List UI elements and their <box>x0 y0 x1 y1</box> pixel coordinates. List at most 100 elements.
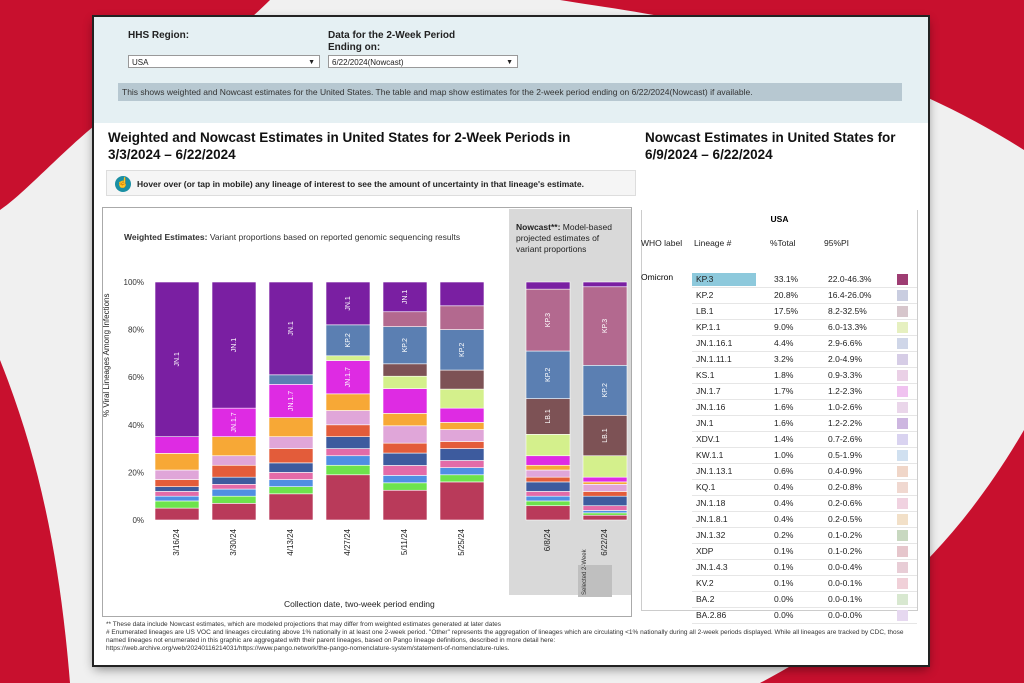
bar-segment[interactable] <box>268 462 314 473</box>
bar-segment[interactable] <box>325 393 371 411</box>
bar-segment[interactable] <box>211 464 257 478</box>
bar-segment[interactable] <box>382 475 428 484</box>
bar-segment[interactable] <box>582 483 628 492</box>
bar-segment[interactable] <box>439 369 485 390</box>
bar-segment[interactable] <box>154 507 200 521</box>
bar-segment[interactable] <box>525 434 571 457</box>
bar-segment[interactable] <box>154 453 200 471</box>
table-row[interactable]: BA.2 0.0% 0.0-0.1% <box>692 592 917 608</box>
bar-segment[interactable] <box>525 455 571 466</box>
table-row[interactable]: JN.1.32 0.2% 0.1-0.2% <box>692 528 917 544</box>
bar-segment[interactable] <box>439 448 485 461</box>
bar-segment[interactable] <box>382 442 428 454</box>
bar-segment[interactable] <box>268 448 314 464</box>
bar-segment[interactable] <box>268 374 314 385</box>
bar-segment[interactable] <box>325 448 371 457</box>
table-row[interactable]: JN.1.18 0.4% 0.2-0.6% <box>692 496 917 512</box>
bar-segment[interactable] <box>439 460 485 468</box>
bar-segment[interactable] <box>382 425 428 444</box>
bar-segment[interactable] <box>439 407 485 423</box>
bar-segment[interactable] <box>582 481 628 485</box>
table-row[interactable]: KV.2 0.1% 0.0-0.1% <box>692 576 917 592</box>
bar-segment[interactable] <box>525 491 571 497</box>
bar-segment[interactable] <box>211 483 257 490</box>
bar-segment[interactable] <box>211 488 257 497</box>
bar-segment[interactable] <box>582 491 628 497</box>
bar-segment[interactable] <box>268 436 314 449</box>
bar-segment[interactable] <box>382 388 428 414</box>
bar-segment[interactable] <box>268 486 314 495</box>
bar-segment[interactable] <box>582 512 628 516</box>
bar-segment[interactable] <box>525 281 571 290</box>
bar-segment[interactable] <box>268 493 314 521</box>
table-row[interactable]: KS.1 1.8% 0.9-3.3% <box>692 368 917 384</box>
bar-segment[interactable] <box>525 481 571 492</box>
table-row[interactable]: KQ.1 0.4% 0.2-0.8% <box>692 480 917 496</box>
bar-segment[interactable] <box>439 422 485 430</box>
bar-segment[interactable] <box>325 474 371 521</box>
bar-segment[interactable] <box>154 486 200 492</box>
bar-segment[interactable] <box>325 464 371 476</box>
bar-segment[interactable] <box>325 455 371 466</box>
bar-segment[interactable] <box>582 510 628 514</box>
table-row[interactable]: JN.1.4.3 0.1% 0.0-0.4% <box>692 560 917 576</box>
table-row[interactable]: LB.1 17.5% 8.2-32.5% <box>692 304 917 320</box>
bar-segment[interactable] <box>582 455 628 478</box>
bar-segment[interactable] <box>582 495 628 507</box>
bar-segment[interactable] <box>439 388 485 409</box>
bar-segment[interactable] <box>154 491 200 497</box>
bar-segment[interactable] <box>582 505 628 511</box>
bar-segment[interactable] <box>154 479 200 487</box>
bar-segment[interactable] <box>525 495 571 502</box>
table-row[interactable]: JN.1.8.1 0.4% 0.2-0.5% <box>692 512 917 528</box>
bar-segment[interactable] <box>211 503 257 521</box>
bar-segment[interactable] <box>211 455 257 466</box>
table-row[interactable]: KP.2 20.8% 16.4-26.0% <box>692 288 917 304</box>
bar-segment[interactable] <box>211 436 257 457</box>
bar-segment[interactable] <box>382 452 428 466</box>
table-row[interactable]: KP.3 33.1% 22.0-46.3% <box>692 272 917 288</box>
bar-segment[interactable] <box>211 476 257 485</box>
bar-segment[interactable] <box>382 482 428 491</box>
bar-segment[interactable] <box>439 429 485 442</box>
table-row[interactable]: XDV.1 1.4% 0.7-2.6% <box>692 432 917 448</box>
bar-segment[interactable] <box>382 489 428 521</box>
bar-segment[interactable] <box>268 472 314 480</box>
bar-segment[interactable] <box>211 495 257 504</box>
bar-segment[interactable] <box>525 469 571 478</box>
bar-segment[interactable] <box>154 469 200 480</box>
bar-segment[interactable] <box>154 495 200 502</box>
bar-segment[interactable] <box>439 474 485 483</box>
table-row[interactable]: XDP 0.1% 0.1-0.2% <box>692 544 917 560</box>
table-row[interactable]: JN.1.16 1.6% 1.0-2.6% <box>692 400 917 416</box>
bar-segment[interactable] <box>325 410 371 426</box>
bar-segment[interactable] <box>439 281 485 307</box>
bar-segment[interactable] <box>525 505 571 521</box>
bar-segment[interactable] <box>154 500 200 509</box>
bar-segment[interactable] <box>439 467 485 476</box>
table-row[interactable]: JN.1.13.1 0.6% 0.4-0.9% <box>692 464 917 480</box>
bar-segment[interactable] <box>382 375 428 389</box>
bar-segment[interactable] <box>525 476 571 483</box>
bar-segment[interactable] <box>325 436 371 449</box>
table-row[interactable]: KP.1.1 9.0% 6.0-13.3% <box>692 320 917 336</box>
bar-segment[interactable] <box>325 355 371 361</box>
bar-segment[interactable] <box>268 417 314 438</box>
bar-segment[interactable] <box>439 441 485 449</box>
bar-segment[interactable] <box>268 479 314 487</box>
table-row[interactable]: JN.1.11.1 3.2% 2.0-4.9% <box>692 352 917 368</box>
bar-segment[interactable] <box>382 311 428 327</box>
bar-segment[interactable] <box>382 363 428 377</box>
bar-segment[interactable] <box>582 281 628 288</box>
bar-segment[interactable] <box>382 465 428 476</box>
bar-segment[interactable] <box>525 500 571 507</box>
bar-segment[interactable] <box>525 464 571 471</box>
bar-segment[interactable] <box>382 413 428 427</box>
bar-segment[interactable] <box>439 305 485 330</box>
table-row[interactable]: JN.1.16.1 4.4% 2.9-6.6% <box>692 336 917 352</box>
bar-segment[interactable] <box>154 436 200 454</box>
bar-segment[interactable] <box>439 481 485 521</box>
table-row[interactable]: JN.1 1.6% 1.2-2.2% <box>692 416 917 432</box>
bar-segment[interactable] <box>582 476 628 483</box>
table-row[interactable]: KW.1.1 1.0% 0.5-1.9% <box>692 448 917 464</box>
